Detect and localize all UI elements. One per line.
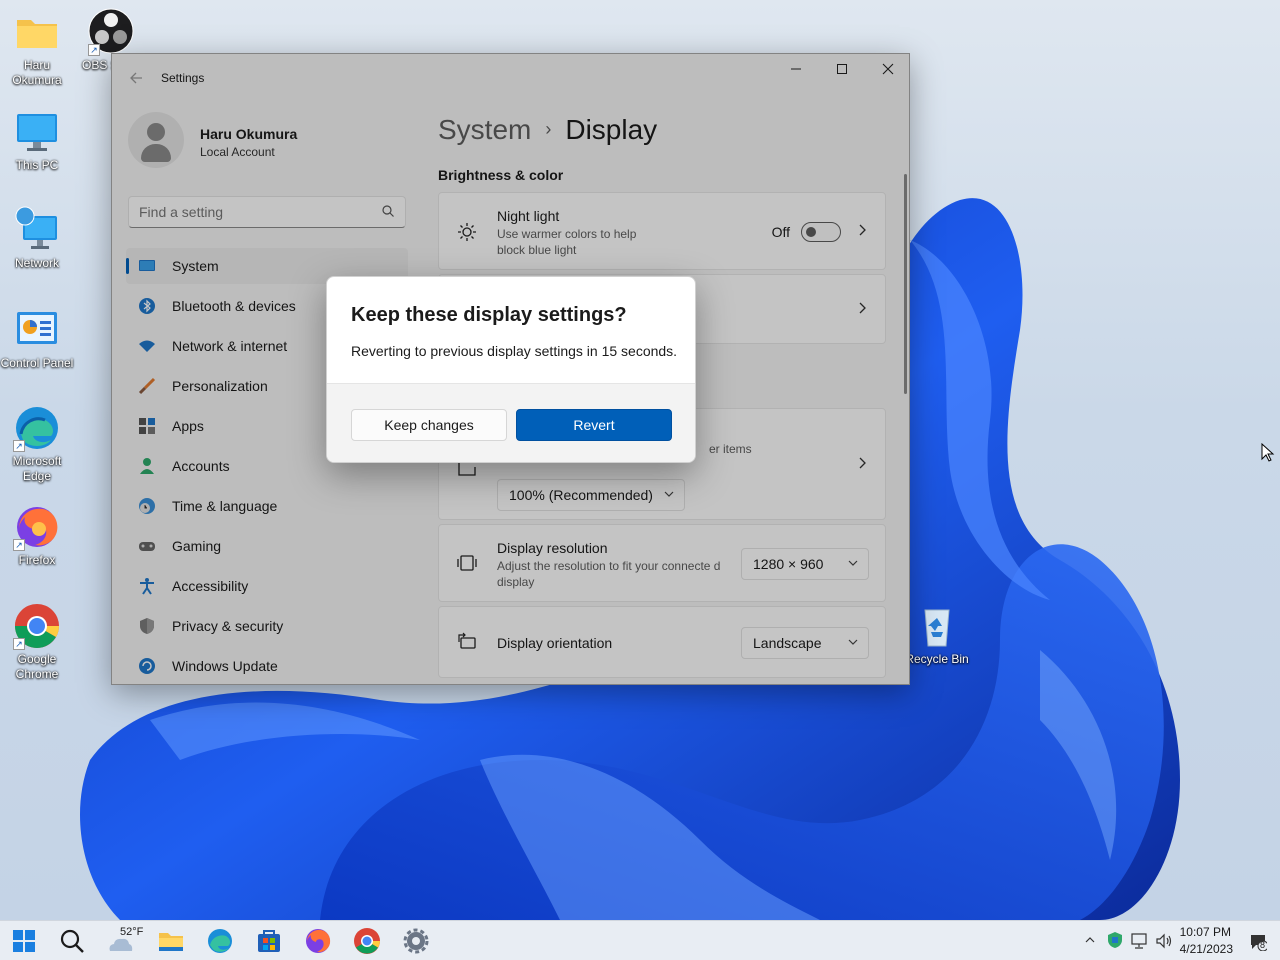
- control-panel-icon: [13, 306, 61, 354]
- taskbar-store[interactable]: [255, 927, 283, 955]
- notification-count: 8: [1260, 940, 1266, 950]
- firefox-icon: ↗: [13, 503, 61, 551]
- monitor-icon: [13, 108, 61, 156]
- desktop-icon-user-folder[interactable]: Haru Okumura: [0, 8, 74, 88]
- store-icon: [258, 930, 280, 952]
- windows-logo-icon: [13, 930, 35, 952]
- shortcut-arrow-icon: ↗: [13, 539, 25, 551]
- security-tray-icon: [1108, 932, 1122, 948]
- chrome-icon: ↗: [13, 602, 61, 650]
- network-status-button[interactable]: [1131, 932, 1149, 955]
- desktop-icon-label: Microsoft Edge: [12, 454, 62, 483]
- edge-icon: [208, 929, 232, 953]
- folder-icon: [13, 8, 61, 56]
- dialog-title: Keep these display settings?: [351, 304, 627, 326]
- desktop-icon-label: Firefox: [18, 553, 56, 567]
- desktop-icon-label: Google Chrome: [15, 652, 59, 681]
- chrome-icon: [354, 928, 380, 954]
- edge-icon: ↗: [13, 404, 61, 452]
- desktop-icon-chrome[interactable]: ↗ Google Chrome: [0, 602, 74, 682]
- start-button[interactable]: [10, 927, 38, 955]
- desktop-icon-label: Network: [14, 256, 59, 270]
- tray-app-icon[interactable]: [1107, 931, 1123, 954]
- mouse-cursor: [1261, 442, 1275, 468]
- desktop-icon-network[interactable]: Network: [0, 206, 74, 271]
- desktop-icon-recycle-bin[interactable]: Recycle Bin: [900, 602, 974, 667]
- system-tray: 10:07 PM 4/21/2023 8: [1080, 921, 1280, 960]
- taskbar: 52°F 10:07 PM 4/21/2023 8: [0, 920, 1280, 960]
- taskbar-settings[interactable]: [402, 927, 430, 955]
- network-icon: [13, 206, 61, 254]
- keep-changes-button[interactable]: Keep changes: [351, 409, 507, 441]
- taskbar-search-button[interactable]: [58, 927, 86, 955]
- taskbar-firefox[interactable]: [304, 927, 332, 955]
- chevron-up-icon: [1085, 937, 1095, 943]
- clock-date[interactable]: 4/21/2023: [1180, 942, 1233, 956]
- taskbar-chrome[interactable]: [353, 927, 381, 955]
- taskbar-edge[interactable]: [206, 927, 234, 955]
- keep-display-settings-dialog: Keep these display settings? Reverting t…: [326, 276, 696, 463]
- desktop-icon-label: Control Panel: [0, 356, 74, 370]
- show-hidden-icons-button[interactable]: [1084, 933, 1096, 951]
- obs-icon: ↗: [88, 8, 136, 56]
- speaker-icon: [1156, 933, 1172, 949]
- shortcut-arrow-icon: ↗: [88, 44, 100, 56]
- pointer-icon: [1261, 442, 1275, 462]
- clock-time[interactable]: 10:07 PM: [1180, 925, 1231, 939]
- dialog-message: Reverting to previous display settings i…: [351, 343, 678, 359]
- weather-temperature: 52°F: [120, 926, 144, 938]
- desktop-icon-label: Recycle Bin: [905, 652, 969, 666]
- dialog-footer: Keep changes Revert: [327, 383, 695, 462]
- desktop-icon-label: Haru Okumura: [12, 58, 62, 87]
- shortcut-arrow-icon: ↗: [13, 440, 25, 452]
- desktop-icon-this-pc[interactable]: This PC: [0, 108, 74, 173]
- taskbar-file-explorer[interactable]: [157, 927, 185, 955]
- desktop-icon-edge[interactable]: ↗ Microsoft Edge: [0, 404, 74, 484]
- network-monitor-icon: [1131, 933, 1147, 949]
- revert-button[interactable]: Revert: [516, 409, 672, 441]
- desktop-icon-control-panel[interactable]: Control Panel: [0, 306, 74, 371]
- folder-icon: [159, 933, 183, 951]
- firefox-icon: [306, 929, 331, 953]
- shortcut-arrow-icon: ↗: [13, 638, 25, 650]
- notification-center-button[interactable]: 8: [1249, 933, 1269, 952]
- desktop-icon-label: This PC: [15, 158, 59, 172]
- recycle-bin-icon: [913, 602, 961, 650]
- gear-icon: [403, 928, 429, 954]
- search-icon: [60, 929, 84, 953]
- desktop-icon-firefox[interactable]: ↗ Firefox: [0, 503, 74, 568]
- volume-button[interactable]: [1155, 932, 1173, 955]
